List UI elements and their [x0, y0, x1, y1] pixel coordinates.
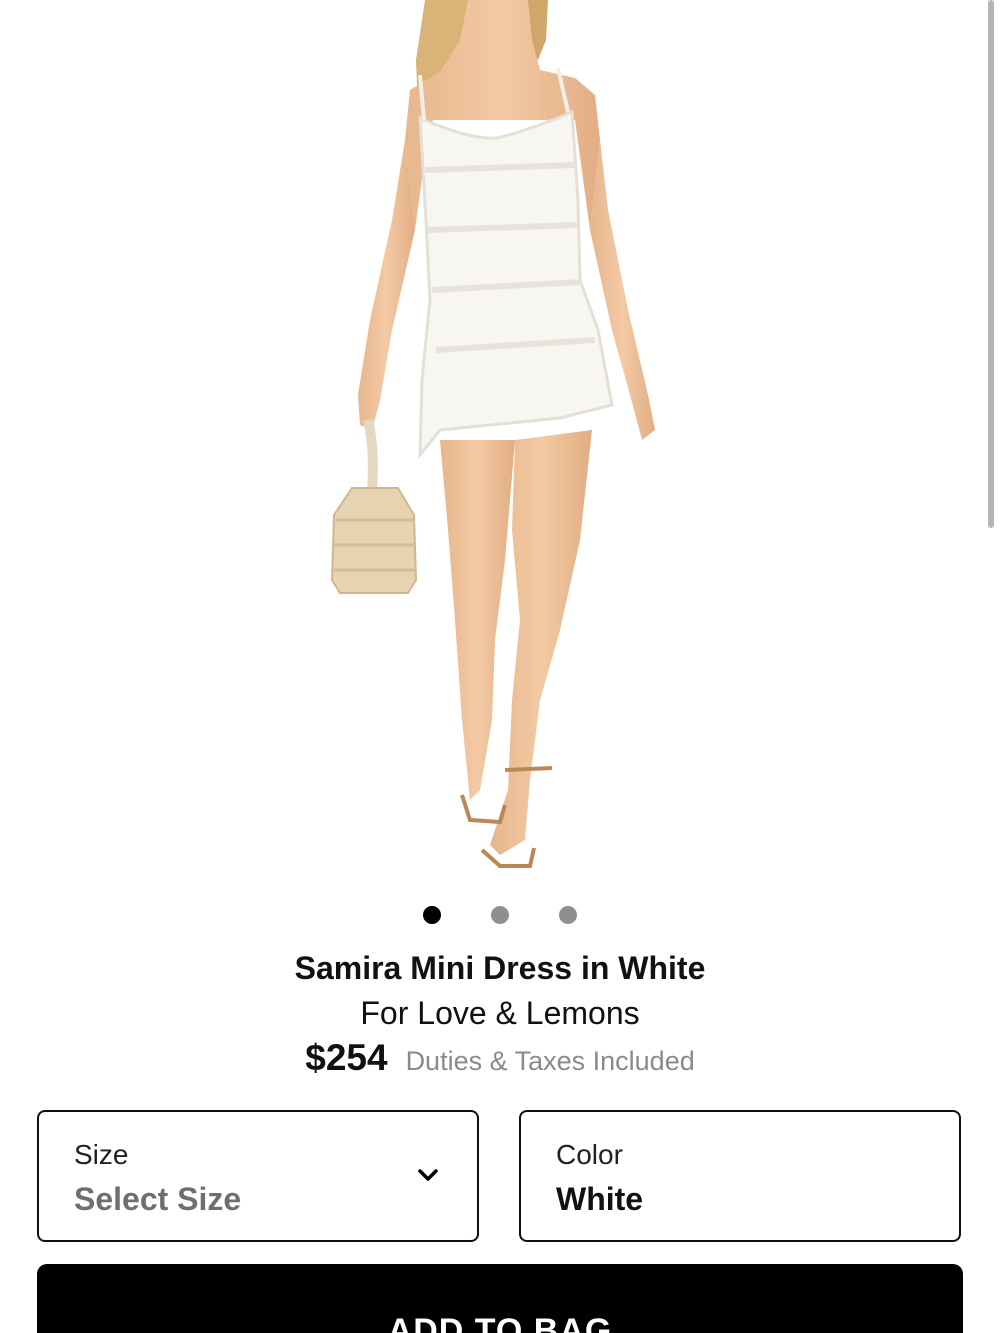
- product-brand[interactable]: For Love & Lemons: [0, 995, 1000, 1032]
- carousel-dot-2[interactable]: [491, 906, 509, 924]
- color-select[interactable]: Color White: [519, 1110, 961, 1242]
- color-value: White: [556, 1181, 644, 1217]
- carousel-dots: [0, 906, 1000, 924]
- carousel-dot-3[interactable]: [559, 906, 577, 924]
- color-label: Color: [556, 1139, 623, 1170]
- product-image[interactable]: [0, 0, 1000, 885]
- price-row: $254 Duties & Taxes Included: [0, 1037, 1000, 1079]
- size-label: Size: [74, 1139, 129, 1170]
- add-to-bag-button[interactable]: ADD TO BAG: [37, 1264, 963, 1333]
- product-page: Samira Mini Dress in White For Love & Le…: [0, 0, 1000, 1333]
- product-title: Samira Mini Dress in White: [294, 950, 706, 986]
- chevron-down-icon: [418, 1169, 438, 1181]
- product-price: $254: [305, 1037, 388, 1078]
- duties-note: Duties & Taxes Included: [405, 1046, 695, 1076]
- size-value: Select Size: [74, 1181, 242, 1217]
- size-select[interactable]: Size Select Size: [37, 1110, 479, 1242]
- carousel-dot-1[interactable]: [423, 906, 441, 924]
